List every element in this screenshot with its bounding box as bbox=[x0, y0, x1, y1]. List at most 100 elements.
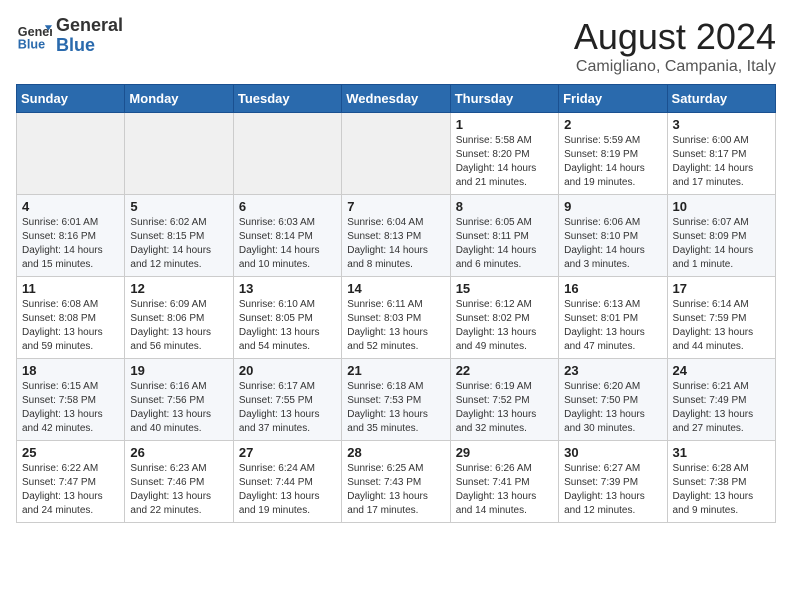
page-header: General Blue General Blue August 2024 Ca… bbox=[16, 16, 776, 76]
weekday-header-thursday: Thursday bbox=[450, 85, 558, 113]
calendar-cell: 19 Sunrise: 6:16 AM Sunset: 7:56 PM Dayli… bbox=[125, 359, 233, 441]
cell-content: Sunrise: 6:17 AM Sunset: 7:55 PM Dayligh… bbox=[239, 380, 336, 436]
calendar-table: SundayMondayTuesdayWednesdayThursdayFrid… bbox=[16, 84, 776, 523]
cell-content: Sunrise: 6:11 AM Sunset: 8:03 PM Dayligh… bbox=[347, 298, 444, 354]
day-number: 28 bbox=[347, 445, 444, 460]
logo: General Blue General Blue bbox=[16, 16, 123, 56]
day-number: 19 bbox=[130, 363, 227, 378]
cell-content: Sunrise: 6:19 AM Sunset: 7:52 PM Dayligh… bbox=[456, 380, 553, 436]
calendar-cell: 30 Sunrise: 6:27 AM Sunset: 7:39 PM Dayli… bbox=[559, 441, 667, 523]
calendar-cell: 31 Sunrise: 6:28 AM Sunset: 7:38 PM Dayli… bbox=[667, 441, 775, 523]
cell-content: Sunrise: 6:15 AM Sunset: 7:58 PM Dayligh… bbox=[22, 380, 119, 436]
day-number: 7 bbox=[347, 199, 444, 214]
cell-content: Sunrise: 6:18 AM Sunset: 7:53 PM Dayligh… bbox=[347, 380, 444, 436]
calendar-cell: 22 Sunrise: 6:19 AM Sunset: 7:52 PM Dayli… bbox=[450, 359, 558, 441]
calendar-cell: 27Sunrise: 6:24 AM Sunset: 7:44 PM Dayli… bbox=[233, 441, 341, 523]
calendar-body: 1 Sunrise: 5:58 AM Sunset: 8:20 PM Daylig… bbox=[17, 113, 776, 523]
day-number: 26 bbox=[130, 445, 227, 460]
cell-content: Sunrise: 6:21 AM Sunset: 7:49 PM Dayligh… bbox=[673, 380, 770, 436]
cell-content: Sunrise: 6:05 AM Sunset: 8:11 PM Dayligh… bbox=[456, 216, 553, 272]
weekday-header-monday: Monday bbox=[125, 85, 233, 113]
calendar-cell: 11 Sunrise: 6:08 AM Sunset: 8:08 PM Dayli… bbox=[17, 277, 125, 359]
calendar-cell: 17 Sunrise: 6:14 AM Sunset: 7:59 PM Dayli… bbox=[667, 277, 775, 359]
calendar-cell: 3 Sunrise: 6:00 AM Sunset: 8:17 PM Daylig… bbox=[667, 113, 775, 195]
calendar-cell: 5Sunrise: 6:02 AM Sunset: 8:15 PM Daylig… bbox=[125, 195, 233, 277]
day-number: 14 bbox=[347, 281, 444, 296]
day-number: 13 bbox=[239, 281, 336, 296]
cell-content: Sunrise: 6:14 AM Sunset: 7:59 PM Dayligh… bbox=[673, 298, 770, 354]
day-number: 6 bbox=[239, 199, 336, 214]
calendar-cell: 10Sunrise: 6:07 AM Sunset: 8:09 PM Dayli… bbox=[667, 195, 775, 277]
weekday-header-friday: Friday bbox=[559, 85, 667, 113]
logo-blue: Blue bbox=[56, 36, 123, 56]
day-number: 4 bbox=[22, 199, 119, 214]
day-number: 29 bbox=[456, 445, 553, 460]
day-number: 24 bbox=[673, 363, 770, 378]
weekday-header-tuesday: Tuesday bbox=[233, 85, 341, 113]
calendar-week-row: 11 Sunrise: 6:08 AM Sunset: 8:08 PM Dayli… bbox=[17, 277, 776, 359]
title-section: August 2024 Camigliano, Campania, Italy bbox=[574, 16, 776, 76]
cell-content: Sunrise: 6:16 AM Sunset: 7:56 PM Dayligh… bbox=[130, 380, 227, 436]
cell-content: Sunrise: 6:22 AM Sunset: 7:47 PM Dayligh… bbox=[22, 462, 119, 518]
cell-content: Sunrise: 6:01 AM Sunset: 8:16 PM Dayligh… bbox=[22, 216, 119, 272]
location-subtitle: Camigliano, Campania, Italy bbox=[574, 58, 776, 76]
calendar-cell bbox=[233, 113, 341, 195]
day-number: 12 bbox=[130, 281, 227, 296]
cell-content: Sunrise: 6:06 AM Sunset: 8:10 PM Dayligh… bbox=[564, 216, 661, 272]
cell-content: Sunrise: 6:09 AM Sunset: 8:06 PM Dayligh… bbox=[130, 298, 227, 354]
day-number: 10 bbox=[673, 199, 770, 214]
calendar-cell: 25 Sunrise: 6:22 AM Sunset: 7:47 PM Dayli… bbox=[17, 441, 125, 523]
calendar-cell bbox=[17, 113, 125, 195]
weekday-header-row: SundayMondayTuesdayWednesdayThursdayFrid… bbox=[17, 85, 776, 113]
logo-icon: General Blue bbox=[16, 18, 52, 54]
calendar-cell: 18Sunrise: 6:15 AM Sunset: 7:58 PM Dayli… bbox=[17, 359, 125, 441]
calendar-cell: 13 Sunrise: 6:10 AM Sunset: 8:05 PM Dayli… bbox=[233, 277, 341, 359]
calendar-cell: 6 Sunrise: 6:03 AM Sunset: 8:14 PM Daylig… bbox=[233, 195, 341, 277]
calendar-cell: 4 Sunrise: 6:01 AM Sunset: 8:16 PM Daylig… bbox=[17, 195, 125, 277]
cell-content: Sunrise: 5:59 AM Sunset: 8:19 PM Dayligh… bbox=[564, 134, 661, 190]
cell-content: Sunrise: 6:27 AM Sunset: 7:39 PM Dayligh… bbox=[564, 462, 661, 518]
cell-content: Sunrise: 6:02 AM Sunset: 8:15 PM Dayligh… bbox=[130, 216, 227, 272]
calendar-cell: 16Sunrise: 6:13 AM Sunset: 8:01 PM Dayli… bbox=[559, 277, 667, 359]
calendar-cell: 23 Sunrise: 6:20 AM Sunset: 7:50 PM Dayli… bbox=[559, 359, 667, 441]
day-number: 1 bbox=[456, 117, 553, 132]
calendar-header: SundayMondayTuesdayWednesdayThursdayFrid… bbox=[17, 85, 776, 113]
cell-content: Sunrise: 6:08 AM Sunset: 8:08 PM Dayligh… bbox=[22, 298, 119, 354]
cell-content: Sunrise: 5:58 AM Sunset: 8:20 PM Dayligh… bbox=[456, 134, 553, 190]
day-number: 8 bbox=[456, 199, 553, 214]
day-number: 17 bbox=[673, 281, 770, 296]
calendar-cell: 24 Sunrise: 6:21 AM Sunset: 7:49 PM Dayli… bbox=[667, 359, 775, 441]
cell-content: Sunrise: 6:28 AM Sunset: 7:38 PM Dayligh… bbox=[673, 462, 770, 518]
calendar-cell: 28Sunrise: 6:25 AM Sunset: 7:43 PM Dayli… bbox=[342, 441, 450, 523]
day-number: 22 bbox=[456, 363, 553, 378]
day-number: 31 bbox=[673, 445, 770, 460]
calendar-cell: 15Sunrise: 6:12 AM Sunset: 8:02 PM Dayli… bbox=[450, 277, 558, 359]
cell-content: Sunrise: 6:24 AM Sunset: 7:44 PM Dayligh… bbox=[239, 462, 336, 518]
cell-content: Sunrise: 6:00 AM Sunset: 8:17 PM Dayligh… bbox=[673, 134, 770, 190]
cell-content: Sunrise: 6:12 AM Sunset: 8:02 PM Dayligh… bbox=[456, 298, 553, 354]
logo-general: General bbox=[56, 16, 123, 36]
day-number: 21 bbox=[347, 363, 444, 378]
calendar-cell: 26Sunrise: 6:23 AM Sunset: 7:46 PM Dayli… bbox=[125, 441, 233, 523]
day-number: 3 bbox=[673, 117, 770, 132]
day-number: 30 bbox=[564, 445, 661, 460]
day-number: 11 bbox=[22, 281, 119, 296]
cell-content: Sunrise: 6:13 AM Sunset: 8:01 PM Dayligh… bbox=[564, 298, 661, 354]
calendar-cell: 7Sunrise: 6:04 AM Sunset: 8:13 PM Daylig… bbox=[342, 195, 450, 277]
cell-content: Sunrise: 6:03 AM Sunset: 8:14 PM Dayligh… bbox=[239, 216, 336, 272]
day-number: 25 bbox=[22, 445, 119, 460]
day-number: 23 bbox=[564, 363, 661, 378]
calendar-cell: 14 Sunrise: 6:11 AM Sunset: 8:03 PM Dayli… bbox=[342, 277, 450, 359]
calendar-week-row: 4 Sunrise: 6:01 AM Sunset: 8:16 PM Daylig… bbox=[17, 195, 776, 277]
cell-content: Sunrise: 6:26 AM Sunset: 7:41 PM Dayligh… bbox=[456, 462, 553, 518]
day-number: 9 bbox=[564, 199, 661, 214]
cell-content: Sunrise: 6:20 AM Sunset: 7:50 PM Dayligh… bbox=[564, 380, 661, 436]
calendar-cell: 9 Sunrise: 6:06 AM Sunset: 8:10 PM Daylig… bbox=[559, 195, 667, 277]
cell-content: Sunrise: 6:10 AM Sunset: 8:05 PM Dayligh… bbox=[239, 298, 336, 354]
calendar-week-row: 1 Sunrise: 5:58 AM Sunset: 8:20 PM Daylig… bbox=[17, 113, 776, 195]
calendar-cell: 21 Sunrise: 6:18 AM Sunset: 7:53 PM Dayli… bbox=[342, 359, 450, 441]
weekday-header-wednesday: Wednesday bbox=[342, 85, 450, 113]
calendar-cell bbox=[342, 113, 450, 195]
calendar-week-row: 18Sunrise: 6:15 AM Sunset: 7:58 PM Dayli… bbox=[17, 359, 776, 441]
calendar-cell: 29 Sunrise: 6:26 AM Sunset: 7:41 PM Dayli… bbox=[450, 441, 558, 523]
